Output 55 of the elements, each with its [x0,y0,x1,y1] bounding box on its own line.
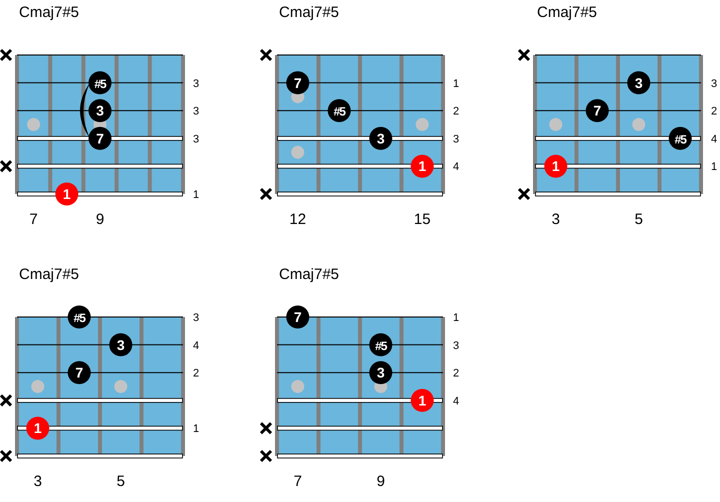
note-marker: 3 [627,71,650,94]
chord-title: Cmaj7#5 [536,3,598,23]
finger-number: 2 [193,368,200,380]
chord-title: Cmaj7#5 [278,3,340,23]
chord-title: Cmaj7#5 [278,265,340,285]
note-marker: 1 [544,154,568,178]
finger-number: 3 [711,78,718,90]
note-marker: 1 [410,154,434,178]
finger-number: 1 [193,189,200,201]
finger-number: 1 [453,78,460,90]
finger-number: 3 [193,312,200,324]
fret-number: 3 [34,473,42,490]
finger-number: 2 [453,106,460,118]
fret-number: 7 [29,211,38,228]
note-marker: 7 [68,361,91,384]
finger-number: 3 [193,106,200,118]
note-marker: #5 [68,306,91,328]
finger-number: 1 [453,312,460,324]
fret-number: 5 [116,473,125,490]
fret-number: 7 [294,473,302,490]
finger-number: 1 [711,161,718,174]
note-marker: #5 [668,126,692,150]
finger-number: 3 [193,78,200,90]
note-marker: 3 [369,126,392,150]
fret-number: 5 [634,211,643,228]
note-marker: 7 [286,306,310,328]
fret-number: 12 [289,211,306,228]
finger-number: 4 [711,133,718,146]
finger-number: 4 [453,161,460,174]
finger-number: 1 [193,423,200,436]
note-marker: 7 [586,99,609,122]
note-marker: #5 [88,71,112,94]
fret-number: 15 [414,211,431,228]
finger-number: 2 [711,106,718,118]
note-marker: 1 [410,388,434,412]
chord-title: Cmaj7#5 [18,3,80,23]
finger-number: 3 [453,133,460,146]
note-marker: 3 [369,361,392,384]
chord-title: Cmaj7#5 [18,265,80,285]
finger-number: 3 [193,133,200,146]
finger-number: 4 [193,340,200,352]
fret-number: 3 [552,211,560,228]
note-marker: 1 [55,182,78,206]
note-marker: 7 [286,71,310,94]
note-marker: #5 [328,99,351,122]
fret-number: 9 [376,473,385,490]
note-marker: #5 [369,333,392,356]
finger-number: 3 [453,340,460,352]
note-marker: 3 [88,99,112,122]
note-marker: 7 [88,126,112,150]
note-marker: 1 [26,416,50,440]
fret-number: 9 [96,211,104,228]
finger-number: 2 [453,368,460,380]
note-marker: 3 [109,333,132,356]
finger-number: 4 [453,395,460,408]
